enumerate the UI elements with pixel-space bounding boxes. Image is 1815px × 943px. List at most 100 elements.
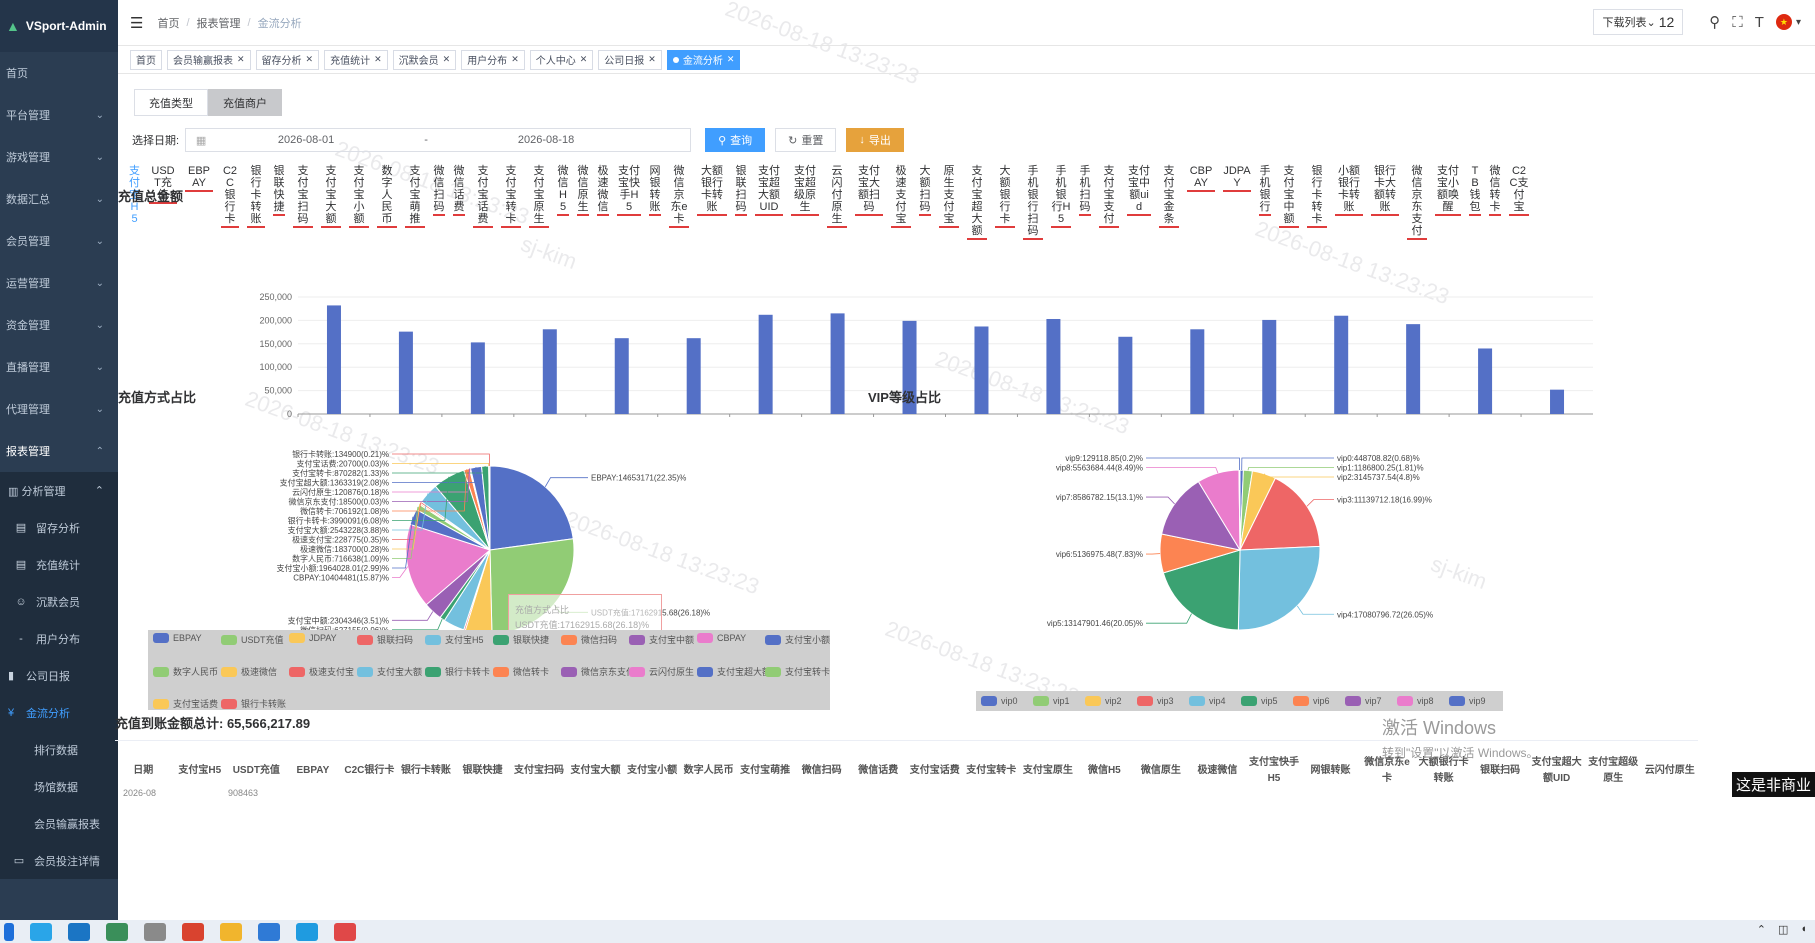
legend-item[interactable]: 支付宝小额 [765,633,830,646]
tag-profile[interactable]: 个人中心 ✕ [529,49,594,70]
volume-icon[interactable]: ◖ [1800,923,1807,936]
legend-item[interactable]: EBPAY [153,633,202,643]
start-icon[interactable] [4,922,14,941]
nav-ranking[interactable]: 排行数据 [0,731,118,768]
payment-method-option[interactable]: 手机银行扫码 [1023,165,1043,240]
close-icon[interactable]: ✕ [237,54,245,65]
payment-method-option[interactable]: 云闪付原生 [827,165,847,228]
close-icon[interactable]: ✕ [443,54,451,65]
table-header-cell[interactable]: 云闪付原生 [1641,741,1698,801]
app-icon[interactable] [106,922,128,941]
payment-method-option[interactable]: 支付宝转卡 [501,165,521,228]
table-header-cell[interactable]: 微信话费 [850,741,907,801]
payment-method-option[interactable]: 微信京东支付 [1407,165,1427,240]
legend-item[interactable]: 支付宝超大额 [697,665,771,678]
payment-method-option[interactable]: 网银转账 [649,165,661,216]
end-date[interactable]: 2026-08-18 [456,134,636,146]
legend-item[interactable]: vip3 [1137,696,1174,706]
legend-item[interactable]: vip9 [1449,696,1486,706]
nav-members[interactable]: 会员管理 ⌄ [0,220,118,262]
payment-method-option[interactable]: 手机银行H5 [1051,165,1071,228]
table-header-cell[interactable]: 支付宝萌推 [737,741,794,801]
nav-games[interactable]: 游戏管理 ⌄ [0,136,118,178]
legend-item[interactable]: 微信转卡 [493,665,549,678]
legend-item[interactable]: 支付宝话费 [153,697,218,710]
chevron-up-icon[interactable]: ⌃ [1757,923,1766,936]
payment-method-option[interactable]: 大额扫码 [919,165,931,216]
payment-method-option[interactable]: 支付宝扫码 [293,165,313,228]
tag-silent-members[interactable]: 沉默会员 ✕ [392,49,457,70]
payment-method-option[interactable]: 支付宝小额 [349,165,369,228]
table-header-cell[interactable]: EBPAY [285,741,342,801]
start-date[interactable]: 2026-08-01 [216,134,396,146]
payment-method-option[interactable]: C2C支付宝 [1509,165,1529,216]
table-header-cell[interactable]: 支付宝原生 [1020,741,1077,801]
payment-method-option[interactable]: 支付宝小额唤醒 [1435,165,1461,216]
legend-item[interactable]: vip6 [1293,696,1330,706]
table-header-cell[interactable]: 银联快捷 [454,741,511,801]
pie-slice[interactable] [489,465,574,551]
payment-method-option[interactable]: 支付宝超级原生 [791,165,819,216]
table-header-cell[interactable]: 数字人民币 [680,741,737,801]
table-header-cell[interactable]: 极速微信 [1189,741,1246,801]
payment-method-option[interactable]: 微信扫码 [433,165,445,216]
tag-user-distribution[interactable]: 用户分布 ✕ [461,49,525,70]
taskview-icon[interactable] [68,922,90,941]
chevron-down-icon[interactable]: ▾ [1796,17,1801,28]
payment-method-option[interactable]: 银联扫码 [735,165,747,216]
bar[interactable] [326,305,341,414]
close-icon[interactable]: ✕ [727,54,735,65]
payment-method-option[interactable]: JDPAY [1223,165,1251,192]
legend-item[interactable]: vip5 [1241,696,1278,706]
table-header-cell[interactable]: 支付宝H5 [172,741,229,801]
search-icon[interactable]: ⚲ [1709,13,1720,31]
tag-cashflow-analysis[interactable]: 金流分析 ✕ [666,49,741,70]
bar[interactable] [1262,319,1277,414]
download-list-button[interactable]: 下载列表 ⌄ 12 [1593,9,1684,35]
table-header-cell[interactable]: 网银转账 [1302,741,1359,801]
table-header-cell[interactable]: 微信扫码 [793,741,850,801]
bar[interactable] [686,338,701,414]
payment-method-option[interactable]: 支付宝话费 [473,165,493,228]
legend-item[interactable]: 银联快捷 [493,633,549,646]
nav-funds[interactable]: 资金管理 ⌄ [0,304,118,346]
table-header-cell[interactable]: 支付宝小额 [624,741,681,801]
query-button[interactable]: ⚲ 查询 [705,128,766,152]
bar[interactable] [1334,315,1349,414]
folder-icon[interactable] [220,922,242,941]
payment-method-option[interactable]: 微信话费 [453,165,465,216]
legend-item[interactable]: JDPAY [289,633,337,643]
nav-company-daily[interactable]: ▮ 公司日报 [0,657,118,694]
table-header-cell[interactable]: 支付宝大额 [567,741,624,801]
payment-method-option[interactable]: 支付宝超大额UID [755,165,783,216]
bar[interactable] [470,342,485,414]
legend-item[interactable]: CBPAY [697,633,746,643]
payment-method-option[interactable]: 银联快捷 [273,165,285,216]
legend-item[interactable]: vip2 [1085,696,1122,706]
table-header-cell[interactable]: 支付宝超级原生 [1585,741,1642,801]
payment-method-option[interactable]: 极速微信 [597,165,609,216]
legend-item[interactable]: 支付宝转卡 [765,665,830,678]
export-button[interactable]: ↓ 导出 [846,128,904,152]
payment-method-option[interactable]: 小额银行卡转账 [1335,165,1363,216]
payment-method-option[interactable]: 银行卡转账 [247,165,265,228]
table-header-cell[interactable]: 银行卡转账 [398,741,455,801]
nav-venue-data[interactable]: 场馆数据 [0,768,118,805]
bar[interactable] [398,331,413,414]
payment-method-option[interactable]: 支付宝原生 [529,165,549,228]
bar[interactable] [758,314,773,414]
payment-method-option[interactable]: 原生支付宝 [939,165,959,228]
table-header-cell[interactable]: 微信原生 [1133,741,1190,801]
payment-method-option[interactable]: 微信原生 [577,165,589,216]
app-icon[interactable] [258,922,280,941]
nav-home[interactable]: 首页 [0,52,118,94]
bar[interactable] [542,329,557,414]
network-icon[interactable]: ◫ [1778,923,1788,936]
nav-user-distribution[interactable]: - 用户分布 [0,620,118,657]
payment-method-option[interactable]: 支付宝萌推 [405,165,425,228]
app-icon[interactable] [144,922,166,941]
bar[interactable] [1118,336,1133,414]
payment-method-option[interactable]: 支付宝金条 [1159,165,1179,228]
table-header-cell[interactable]: 支付宝扫码 [511,741,568,801]
language-flag-icon[interactable]: ★ [1775,14,1792,30]
